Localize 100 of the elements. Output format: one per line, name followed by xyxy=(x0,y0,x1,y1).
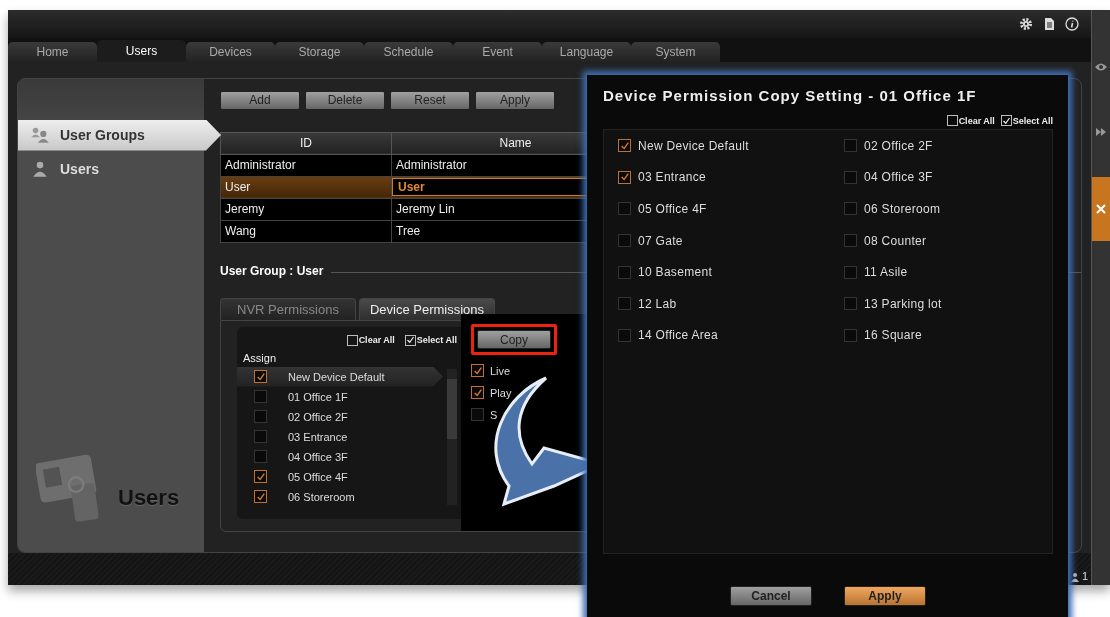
device-name: 11 Asile xyxy=(864,265,908,280)
nav-tab[interactable]: Home xyxy=(8,41,97,62)
checkbox[interactable] xyxy=(346,334,358,346)
table-cell: Administrator xyxy=(225,158,296,173)
device-row[interactable]: 04 Office 3F xyxy=(237,446,447,467)
device-name: 10 Basement xyxy=(638,265,712,280)
users-logo-text: Users xyxy=(118,484,180,511)
clear-all-label: Clear All xyxy=(358,335,395,346)
tools-icon xyxy=(1095,203,1107,215)
checkbox[interactable] xyxy=(844,265,857,279)
user-group-icon xyxy=(30,126,50,145)
device-name: 05 Office 4F xyxy=(288,470,348,483)
checkbox[interactable] xyxy=(254,490,267,504)
select-all-label: Select All xyxy=(1012,115,1053,126)
checkbox[interactable] xyxy=(471,408,484,422)
device-row[interactable]: 05 Office 4F xyxy=(237,466,447,487)
cancel-button[interactable]: Cancel xyxy=(730,586,812,606)
copy-button[interactable]: Copy xyxy=(477,330,551,350)
nav-tab[interactable]: Event xyxy=(453,41,542,62)
device-name: 04 Office 3F xyxy=(864,170,933,185)
device-name: New Device Default xyxy=(288,370,385,383)
checkbox[interactable] xyxy=(254,470,267,484)
user-icon xyxy=(1069,572,1080,582)
checkbox[interactable] xyxy=(618,234,631,248)
toolbar-button[interactable]: Add xyxy=(220,90,300,110)
table-cell-text: User xyxy=(225,180,252,195)
device-name: 02 Office 2F xyxy=(864,138,933,153)
table-cell: Tree xyxy=(396,224,421,239)
select-all-label: Select All xyxy=(416,335,457,346)
checkbox[interactable] xyxy=(618,202,631,216)
checkbox[interactable] xyxy=(844,234,857,248)
scrollbar[interactable] xyxy=(447,368,457,505)
checkbox[interactable] xyxy=(844,170,857,184)
table-cell: Jeremy Lin xyxy=(396,202,455,217)
device-name: 01 Office 1F xyxy=(288,390,348,403)
eye-icon[interactable] xyxy=(1095,62,1107,72)
toolbar-button[interactable]: Delete xyxy=(305,90,385,110)
checkbox[interactable] xyxy=(254,430,267,444)
checkbox[interactable] xyxy=(1000,115,1012,126)
nav-tab[interactable]: Users xyxy=(97,39,186,62)
device-row[interactable]: 03 Entrance xyxy=(237,426,447,447)
checkbox[interactable] xyxy=(618,328,631,342)
toolbar-button[interactable]: Apply xyxy=(475,90,555,110)
permission-label: Live xyxy=(490,364,511,377)
device-name: New Device Default xyxy=(638,138,749,153)
settings-icon[interactable] xyxy=(1019,16,1033,31)
column-header: ID xyxy=(220,132,392,155)
device-name: 16 Square xyxy=(864,328,923,343)
table-cell: Administrator xyxy=(396,158,467,173)
device-name: 02 Office 2F xyxy=(288,410,348,423)
device-name: 03 Entrance xyxy=(638,170,706,185)
permission-label: S xyxy=(490,408,498,421)
nav-tab[interactable]: Schedule xyxy=(364,41,453,62)
nav-tab[interactable]: System xyxy=(631,41,720,62)
device-name: 06 Storeroom xyxy=(864,202,941,216)
device-name: 08 Counter xyxy=(864,233,927,248)
sidebar-item[interactable]: User Groups xyxy=(18,119,221,151)
checkbox[interactable] xyxy=(254,370,267,384)
device-name: 03 Entrance xyxy=(288,430,348,443)
tools-tab[interactable] xyxy=(1092,177,1110,241)
nav-tab[interactable]: Storage xyxy=(275,41,364,62)
dialog-title: Device Permission Copy Setting - 01 Office 1F xyxy=(603,87,978,104)
device-name: 14 Office Area xyxy=(638,328,719,343)
checkbox[interactable] xyxy=(844,139,857,153)
fast-forward-icon[interactable] xyxy=(1095,127,1107,137)
nav-tab[interactable]: Language xyxy=(542,41,631,62)
permission-tab[interactable]: Device Permissions xyxy=(359,297,495,320)
checkbox[interactable] xyxy=(844,328,857,342)
nav-tab[interactable]: Devices xyxy=(186,41,275,62)
checkbox[interactable] xyxy=(844,202,857,216)
device-name: 12 Lab xyxy=(638,296,677,311)
device-name: 05 Office 4F xyxy=(638,202,707,216)
device-row[interactable]: 06 Storeroom xyxy=(237,486,447,507)
device-row[interactable]: 01 Office 1F xyxy=(237,386,447,407)
assign-header: Assign xyxy=(243,351,278,364)
document-icon[interactable] xyxy=(1042,16,1056,31)
clear-all-label: Clear All xyxy=(958,115,995,126)
info-icon[interactable] xyxy=(1065,16,1079,31)
checkbox[interactable] xyxy=(254,410,267,424)
checkbox[interactable] xyxy=(618,265,631,279)
checkbox[interactable] xyxy=(254,450,267,464)
device-name: 13 Parking lot xyxy=(864,296,942,311)
toolbar-button[interactable]: Reset xyxy=(390,90,470,110)
permission-tab[interactable]: NVR Permissions xyxy=(220,297,356,320)
device-row[interactable]: 02 Office 2F xyxy=(237,406,447,427)
device-name: 07 Gate xyxy=(638,233,683,248)
checkbox[interactable] xyxy=(618,297,631,311)
checkbox[interactable] xyxy=(618,170,631,184)
apply-button[interactable]: Apply xyxy=(844,586,926,606)
checkbox[interactable] xyxy=(844,297,857,311)
checkbox[interactable] xyxy=(254,390,267,404)
device-name: 04 Office 3F xyxy=(288,450,348,463)
checkbox[interactable] xyxy=(471,364,484,378)
checkbox[interactable] xyxy=(471,386,484,400)
checkbox[interactable] xyxy=(404,334,416,346)
checkbox[interactable] xyxy=(618,139,631,153)
table-cell: Jeremy xyxy=(225,202,265,217)
permission-label: Play xyxy=(490,386,512,399)
sidebar-item[interactable]: Users xyxy=(18,153,204,185)
checkbox[interactable] xyxy=(946,115,958,126)
